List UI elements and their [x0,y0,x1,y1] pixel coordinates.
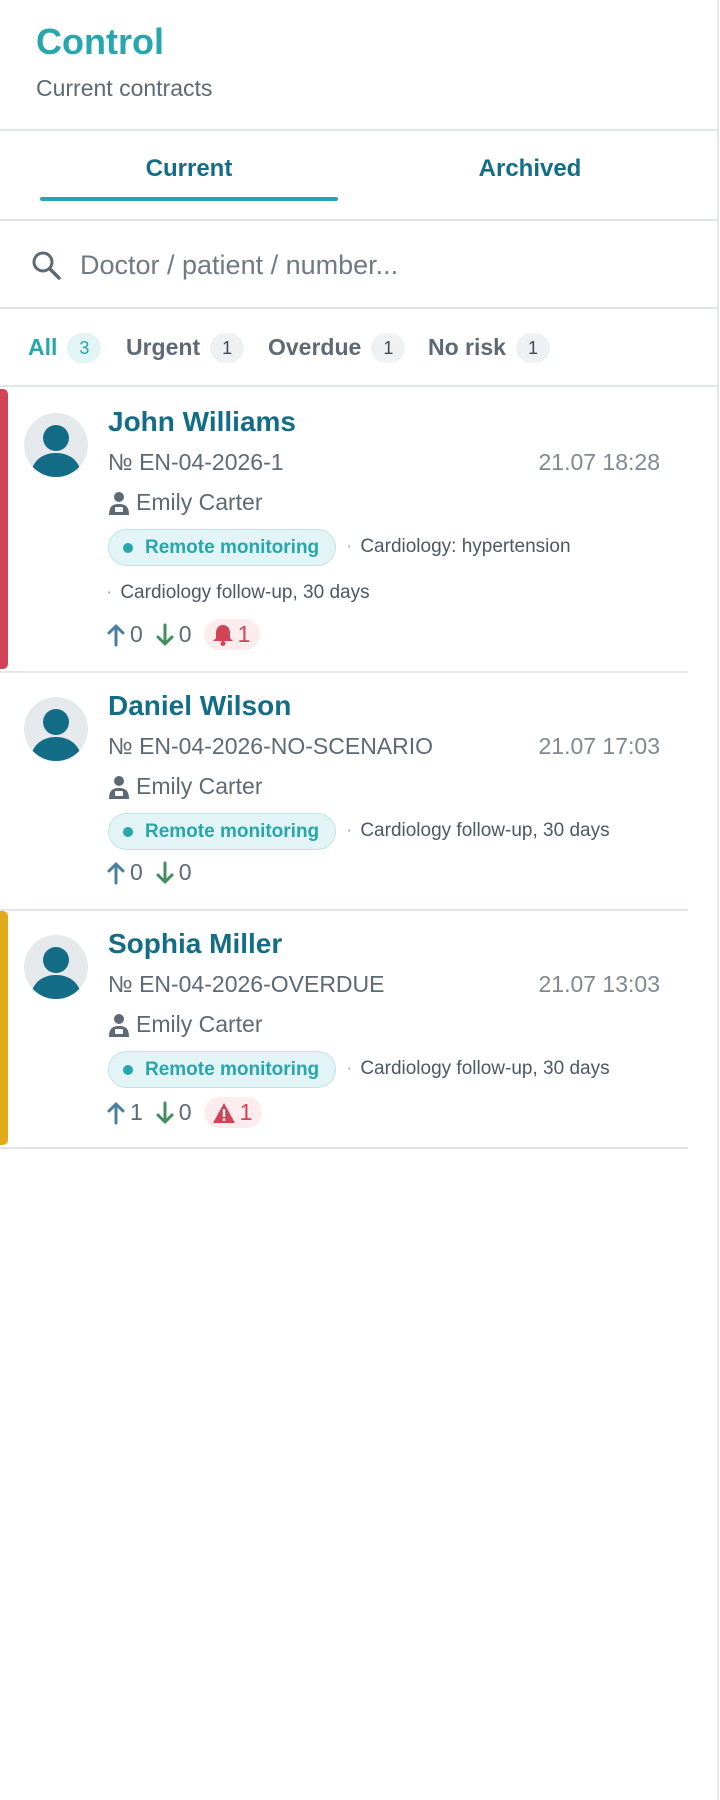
contract-number: № EN-04-2026-NO-SCENARIO [108,733,434,759]
tag-label: Cardiology follow-up, 30 days [120,582,370,603]
filter-label: Urgent [126,333,201,360]
down-count: 0 [155,859,192,886]
filter-bar: All 3 Urgent 1 Overdue 1 No risk 1 [0,309,717,387]
filter-label: No risk [428,333,506,360]
doctor: Emily Carter [108,1011,263,1038]
filter-no-risk[interactable]: No risk 1 [428,331,550,363]
patient-name[interactable]: Sophia Miller [108,928,282,960]
tab-archived[interactable]: Archived [380,155,680,183]
header: Control Current contracts [0,0,717,131]
filter-urgent[interactable]: Urgent 1 [126,331,245,363]
count-badge: 1 [371,333,406,363]
doctor-name: Emily Carter [136,773,263,799]
avatar [24,935,88,999]
contract-number: № EN-04-2026-OVERDUE [108,971,385,997]
doctor-icon [109,491,129,515]
page-title: Control [36,21,164,62]
contract-card[interactable]: John Williams № EN-04-2026-1 21.07 18:28… [0,389,688,673]
tag-label: Cardiology follow-up, 30 days [360,1058,610,1079]
scenario-tag: · Cardiology follow-up, 30 days [106,582,370,603]
contract-card[interactable]: Sophia Miller № EN-04-2026-OVERDUE 21.07… [0,911,688,1149]
filter-all[interactable]: All 3 [28,331,102,363]
search-icon [32,251,61,280]
contract-card[interactable]: Daniel Wilson № EN-04-2026-NO-SCENARIO 2… [0,673,688,911]
down-count: 0 [155,621,192,648]
patient-name[interactable]: Daniel Wilson [108,690,291,722]
status-dot [123,826,133,837]
arrow-up-icon [107,862,125,884]
tab-current[interactable]: Current [40,155,338,183]
status-dot [123,542,133,553]
down-count: 0 [155,1099,192,1126]
scenario-tag: · Cardiology follow-up, 30 days [346,1058,610,1079]
alert-badge[interactable]: 1 [203,1097,263,1128]
arrow-up-icon [107,624,125,646]
overdue-risk-indicator [0,911,8,1145]
count-badge: 1 [515,333,550,363]
search-input[interactable] [80,243,680,287]
arrow-down-icon [156,1101,174,1123]
stats-row: 0 0 [106,859,204,886]
urgent-risk-indicator [0,389,8,669]
warning-triangle-icon [212,1102,235,1123]
count-badge: 1 [210,333,245,363]
doctor: Emily Carter [108,773,263,800]
active-tab-indicator [40,197,338,201]
up-count: 0 [106,859,143,886]
status-dot [123,1064,133,1075]
timestamp: 21.07 18:28 [538,449,660,475]
avatar [24,413,88,477]
avatar [24,697,88,761]
filter-label: All [28,333,58,360]
program-pill: Remote monitoring [108,529,337,566]
timestamp: 21.07 17:03 [538,733,660,759]
alert-badge[interactable]: 1 [203,619,261,650]
contract-number: № EN-04-2026-1 [108,449,284,475]
doctor: Emily Carter [108,489,263,516]
stats-row: 1 0 1 [106,1097,263,1128]
page-subtitle: Current contracts [36,75,213,101]
doctor-name: Emily Carter [136,489,263,515]
tag-label: Cardiology follow-up, 30 days [360,820,610,841]
timestamp: 21.07 13:03 [538,971,660,997]
program-pill: Remote monitoring [108,813,337,850]
program-label: Remote monitoring [145,536,320,558]
doctor-name: Emily Carter [136,1011,263,1037]
stats-row: 0 0 1 [106,619,261,650]
arrow-down-icon [156,861,174,883]
doctor-icon [109,775,129,799]
filter-overdue[interactable]: Overdue 1 [268,331,406,363]
scenario-tag: · Cardiology follow-up, 30 days [346,820,610,841]
arrow-up-icon [107,1102,125,1124]
program-label: Remote monitoring [145,1058,320,1080]
contracts-panel: Control Current contracts Current Archiv… [0,0,719,1800]
tag-label: Cardiology: hypertension [360,536,571,557]
filter-label: Overdue [268,333,362,360]
count-badge: 3 [67,333,102,363]
tab-bar: Current Archived [0,131,717,221]
patient-name[interactable]: John Williams [108,406,296,438]
up-count: 1 [106,1099,143,1126]
program-label: Remote monitoring [145,820,320,842]
bell-icon [212,624,233,646]
up-count: 0 [106,621,143,648]
program-pill: Remote monitoring [108,1051,337,1088]
doctor-icon [109,1013,129,1037]
diagnosis-tag: · Cardiology: hypertension [346,536,571,557]
search-bar [0,221,717,309]
arrow-down-icon [156,623,174,645]
